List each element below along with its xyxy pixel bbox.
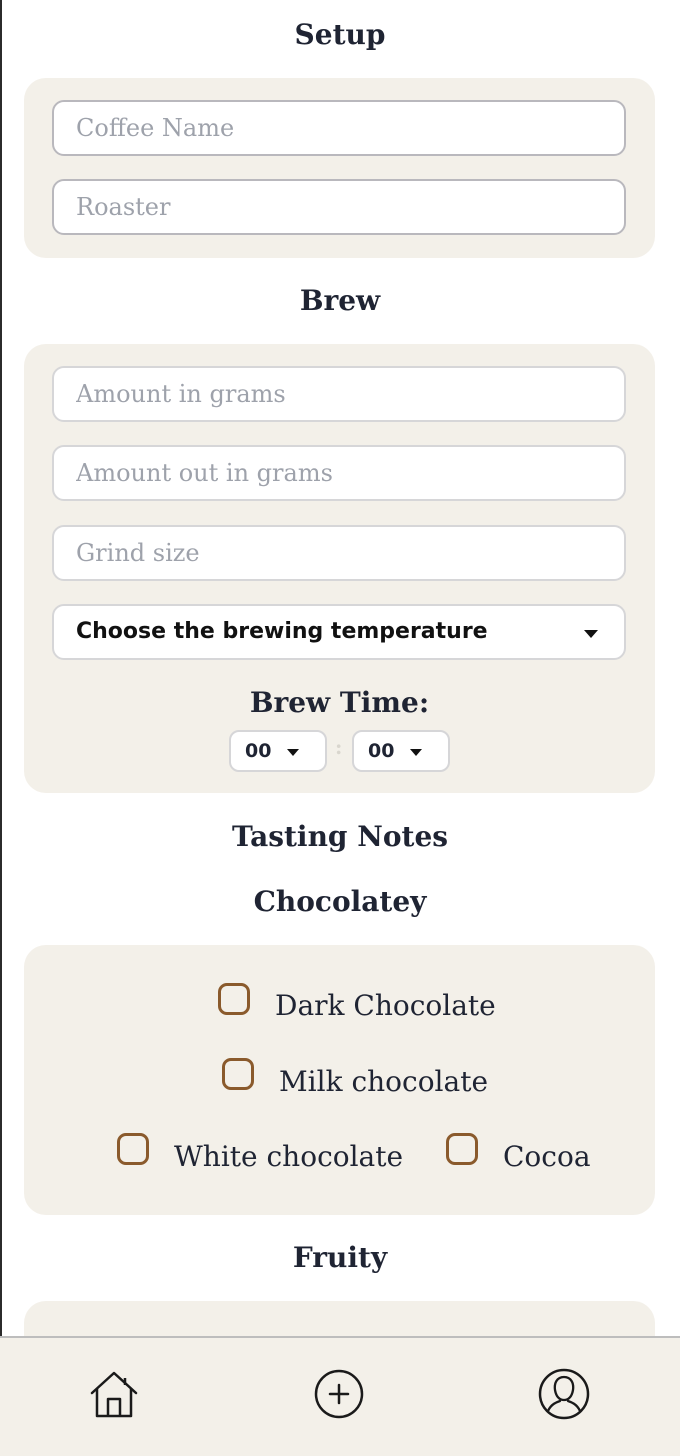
coffee-name-input[interactable] <box>52 100 626 156</box>
milk-chocolate-label: Milk chocolate <box>279 1065 489 1098</box>
bottom-navigation <box>0 1336 680 1456</box>
white-chocolate-label: White chocolate <box>174 1140 404 1173</box>
amount-in-input[interactable] <box>52 366 626 422</box>
chocolatey-card: Dark Chocolate Milk chocolate White choc… <box>24 945 655 1215</box>
amount-out-input[interactable] <box>52 445 626 501</box>
profile-icon[interactable] <box>536 1366 592 1422</box>
chocolatey-title: Chocolatey <box>253 885 427 918</box>
dark-chocolate-checkbox[interactable] <box>218 983 250 1015</box>
setup-title: Setup <box>294 18 386 51</box>
brew-card: Choose the brewing temperature Brew Time… <box>24 344 655 793</box>
roaster-input[interactable] <box>52 179 626 235</box>
seconds-select[interactable]: 00 <box>352 730 450 772</box>
minutes-value: 00 <box>245 740 272 762</box>
cocoa-label: Cocoa <box>503 1140 591 1173</box>
grind-size-input[interactable] <box>52 525 626 581</box>
tasting-notes-title: Tasting Notes <box>231 820 449 853</box>
home-icon[interactable] <box>86 1366 142 1422</box>
brew-title: Brew <box>299 284 381 317</box>
time-separator: : <box>335 735 343 759</box>
add-icon[interactable] <box>311 1366 367 1422</box>
seconds-value: 00 <box>368 740 395 762</box>
milk-chocolate-checkbox[interactable] <box>222 1058 254 1090</box>
minutes-select[interactable]: 00 <box>229 730 327 772</box>
temperature-select-label: Choose the brewing temperature <box>76 619 488 644</box>
fruity-title: Fruity <box>292 1241 388 1274</box>
setup-card <box>24 78 655 258</box>
chevron-down-icon <box>410 749 422 756</box>
chevron-down-icon <box>584 630 598 638</box>
brew-time-label: Brew Time: <box>249 686 430 719</box>
temperature-select[interactable]: Choose the brewing temperature <box>52 604 626 660</box>
white-chocolate-checkbox[interactable] <box>117 1133 149 1165</box>
chevron-down-icon <box>287 749 299 756</box>
cocoa-checkbox[interactable] <box>446 1133 478 1165</box>
dark-chocolate-label: Dark Chocolate <box>275 989 496 1022</box>
window-edge <box>0 0 2 1454</box>
